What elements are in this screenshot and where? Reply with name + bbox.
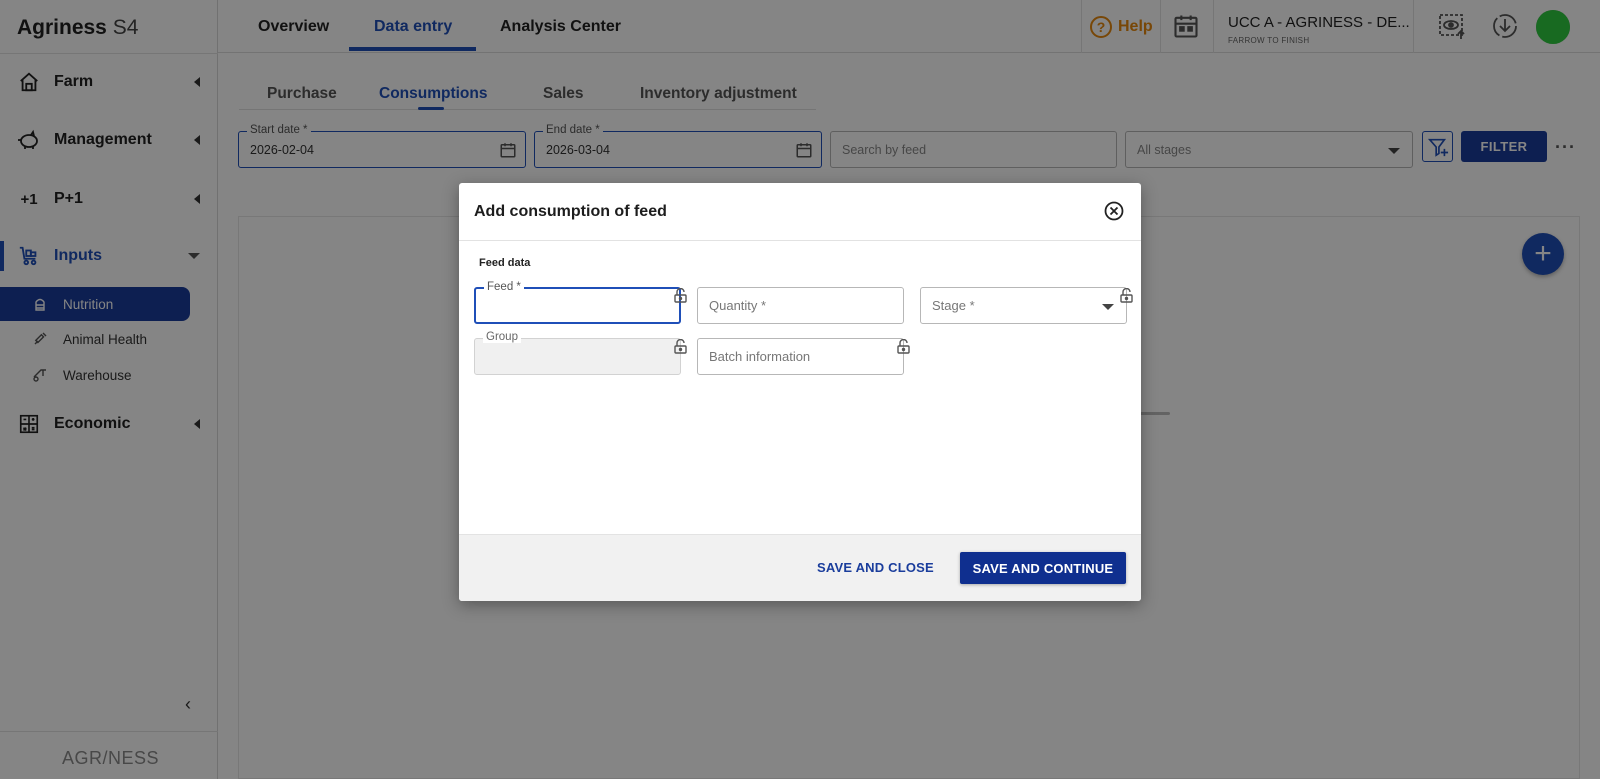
save-and-close-button[interactable]: SAVE AND CLOSE	[817, 560, 934, 575]
divider	[459, 240, 1141, 241]
lock-open-icon[interactable]	[1120, 287, 1133, 303]
stage-select[interactable]: Stage *	[920, 287, 1127, 324]
add-consumption-dialog: Add consumption of feed Feed data Feed *…	[459, 183, 1141, 601]
dialog-title: Add consumption of feed	[474, 203, 667, 220]
dialog-footer: SAVE AND CLOSE SAVE AND CONTINUE	[459, 534, 1141, 601]
batch-information-input[interactable]: Batch information	[697, 338, 904, 375]
lock-open-icon[interactable]	[897, 338, 910, 354]
chevron-down-icon	[1102, 304, 1114, 310]
lock-open-icon[interactable]	[674, 287, 687, 303]
section-title: Feed data	[479, 257, 531, 269]
group-input: Group	[474, 331, 681, 375]
close-icon[interactable]	[1104, 201, 1124, 221]
quantity-input[interactable]: Quantity *	[697, 287, 904, 324]
save-and-continue-button[interactable]: SAVE AND CONTINUE	[960, 552, 1126, 584]
feed-input[interactable]: Feed *	[474, 281, 681, 324]
lock-open-icon[interactable]	[674, 338, 687, 354]
